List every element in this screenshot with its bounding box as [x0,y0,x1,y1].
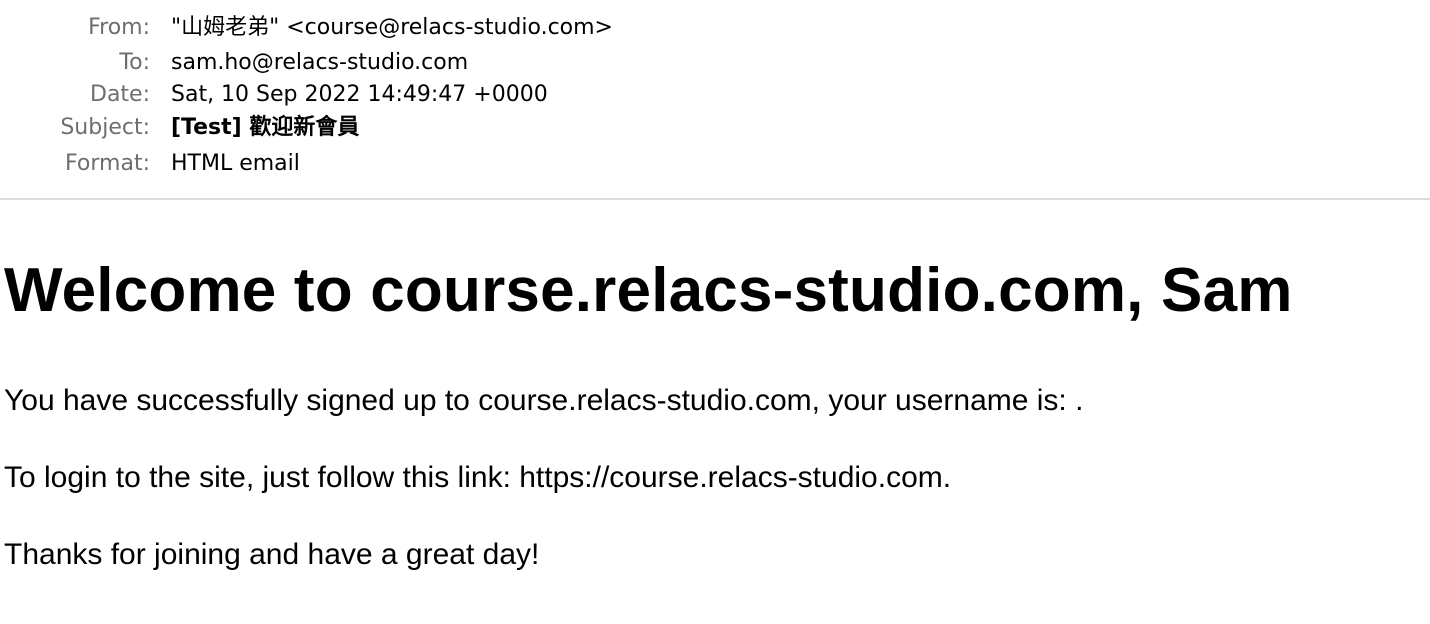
email-title: Welcome to course.relacs-studio.com, Sam [4,256,1293,325]
format-label: Format: [65,151,150,176]
from-label: From: [88,15,150,40]
to-value[interactable]: sam.ho@relacs-studio.com [171,46,468,80]
header-row-subject: Subject: [Test] 歡迎新會員 [0,111,1430,145]
subject-label: Subject: [60,115,150,140]
body-paragraph-login: To login to the site, just follow this l… [4,461,952,494]
format-value: HTML email [171,151,300,176]
subject-value: [Test] 歡迎新會員 [171,115,360,140]
header-row-from: From: "山姆老弟" <course@relacs-studio.com> [0,11,1430,45]
body-paragraph-signup: You have successfully signed up to cours… [4,384,1084,417]
header-row-to: To: sam.ho@relacs-studio.com [0,46,1430,80]
date-value: Sat, 10 Sep 2022 14:49:47 +0000 [171,82,548,107]
date-label: Date: [90,82,150,107]
email-body: Welcome to course.relacs-studio.com, Sam… [0,202,1430,624]
email-header: From: "山姆老弟" <course@relacs-studio.com> … [0,0,1430,200]
body-paragraph-thanks: Thanks for joining and have a great day! [4,538,540,571]
header-row-format: Format: HTML email [0,147,1430,181]
from-value[interactable]: "山姆老弟" <course@relacs-studio.com> [171,11,613,45]
header-row-date: Date: Sat, 10 Sep 2022 14:49:47 +0000 [0,78,1430,112]
to-label: To: [119,50,150,75]
